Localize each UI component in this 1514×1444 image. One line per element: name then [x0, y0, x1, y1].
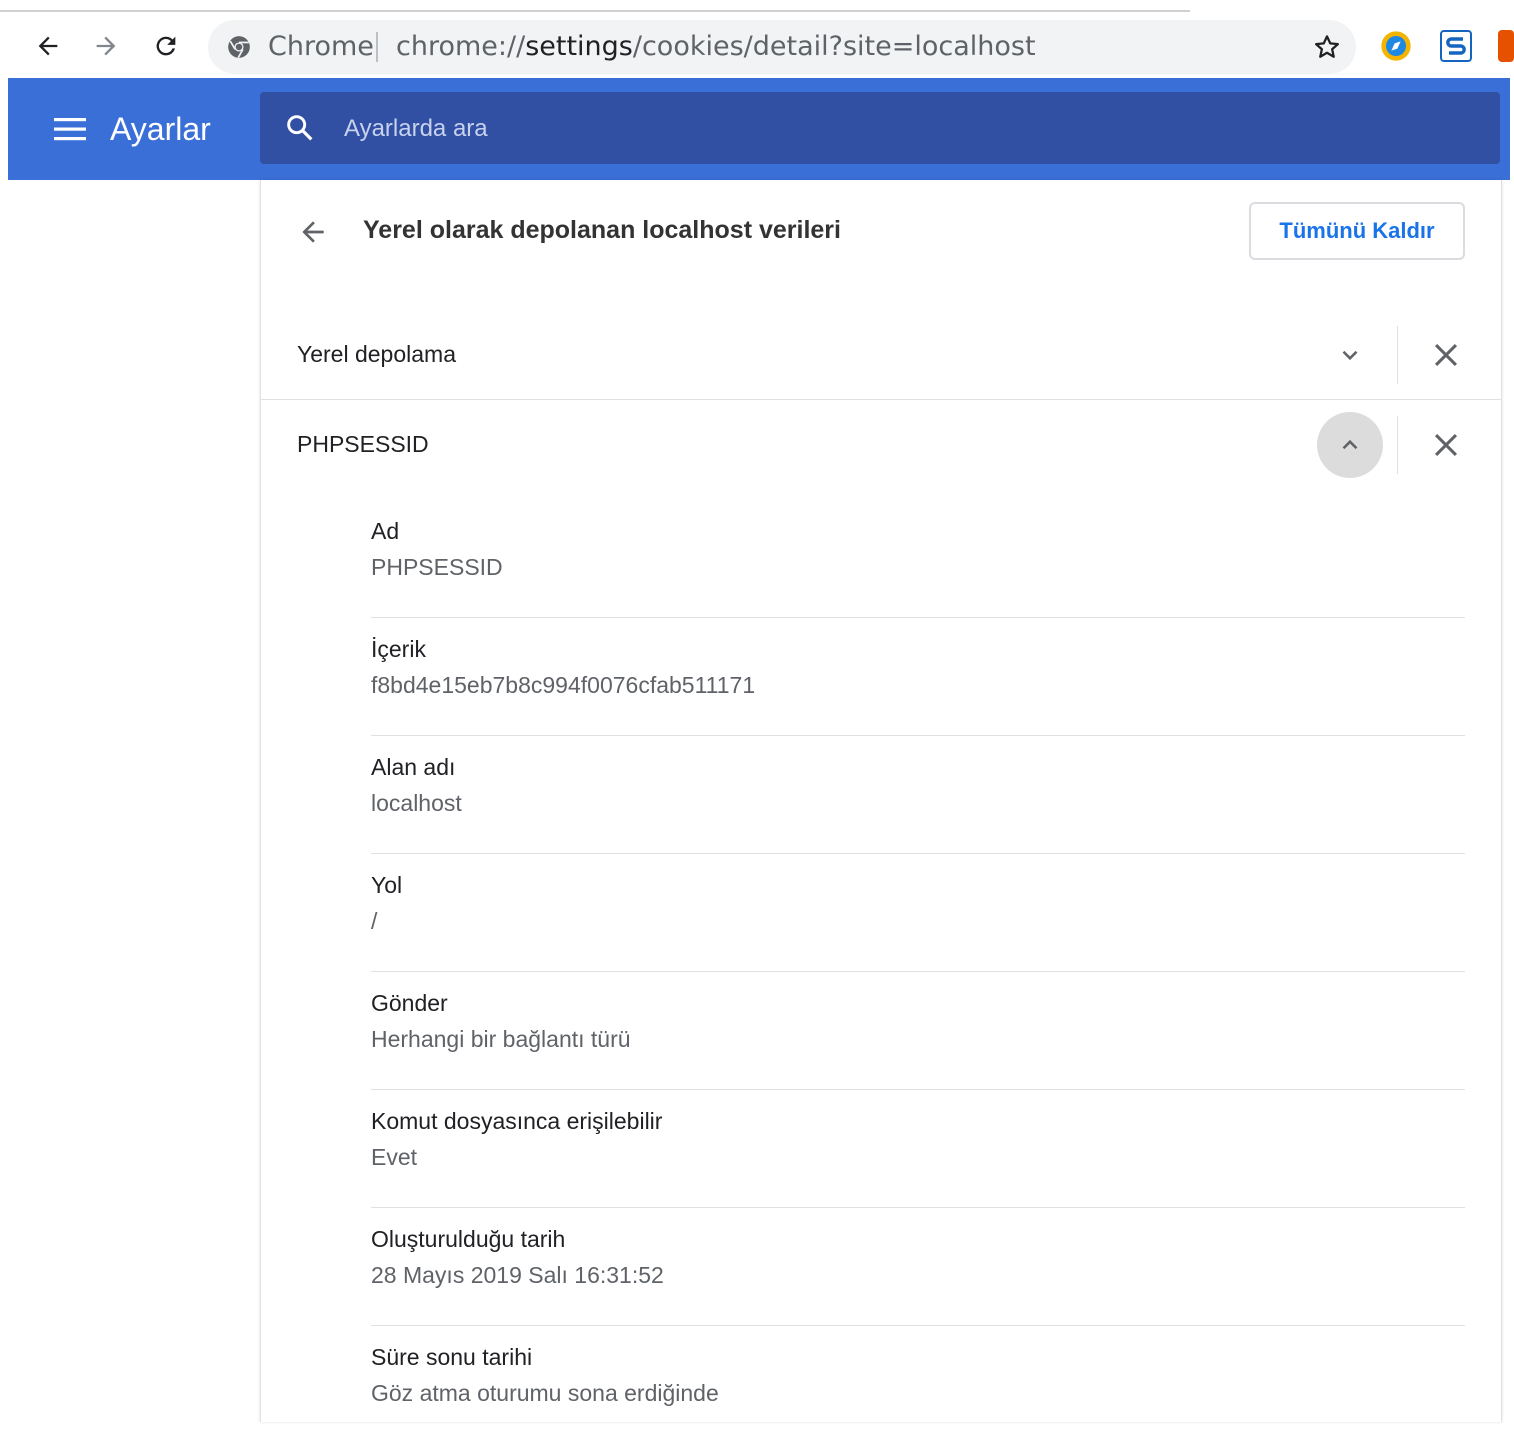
settings-title: Ayarlar: [110, 111, 211, 147]
chevron-down-icon: [1342, 350, 1358, 361]
expand-button[interactable]: [1317, 322, 1383, 388]
detail-value: Herhangi bir bağlantı türü: [371, 1026, 631, 1052]
site-chip-label: Chrome: [268, 31, 374, 62]
tab-strip-edge: [0, 10, 1190, 12]
row-separator: [1397, 416, 1398, 474]
detail-value: PHPSESSID: [371, 554, 503, 580]
detail-label: Oluşturulduğu tarih: [371, 1226, 566, 1252]
detail-label: Ad: [371, 518, 400, 544]
detail-label: Süre sonu tarihi: [371, 1344, 533, 1370]
omnibox-separator: [376, 32, 378, 62]
detail-label: İçerik: [371, 636, 426, 662]
back-button[interactable]: [28, 26, 68, 66]
cookie-detail-created: Oluşturulduğu tarih 28 Mayıs 2019 Salı 1…: [371, 1208, 1465, 1326]
hamburger-menu-icon[interactable]: [52, 112, 88, 146]
search-icon: [287, 115, 313, 141]
site-data-card: Yerel olarak depolanan localhost veriler…: [260, 180, 1502, 1422]
detail-label: Yol: [371, 872, 403, 898]
cookie-detail-content: İçerik f8bd4e15eb7b8c994f0076cfab511171: [371, 618, 1465, 736]
settings-search-box[interactable]: [260, 92, 1500, 164]
reload-button[interactable]: [146, 26, 186, 66]
chevron-up-icon: [1342, 439, 1358, 450]
arrow-left-icon: [38, 36, 58, 56]
settings-search-input[interactable]: [342, 106, 1446, 152]
extension-partial-icon[interactable]: [1498, 30, 1514, 62]
detail-label: Komut dosyasınca erişilebilir: [371, 1108, 663, 1134]
cookie-detail-domain: Alan adı localhost: [371, 736, 1465, 854]
chrome-logo-icon[interactable]: [226, 34, 252, 60]
address-bar[interactable]: Chrome chrome://settings/cookies/detail?…: [208, 20, 1356, 74]
arrow-left-icon[interactable]: [297, 216, 329, 248]
detail-value: f8bd4e15eb7b8c994f0076cfab511171: [371, 672, 756, 698]
forward-button[interactable]: [86, 26, 126, 66]
extension-compass-icon[interactable]: [1380, 30, 1412, 62]
star-icon[interactable]: [1312, 32, 1342, 62]
extension-s-icon[interactable]: [1440, 30, 1472, 62]
close-icon[interactable]: [1429, 338, 1463, 372]
storage-row-local-storage[interactable]: Yerel depolama: [261, 310, 1501, 400]
cookie-detail-send-for: Gönder Herhangi bir bağlantı türü: [371, 972, 1465, 1090]
detail-value: /: [371, 908, 378, 934]
detail-value: 28 Mayıs 2019 Salı 16:31:52: [371, 1262, 664, 1288]
close-icon[interactable]: [1429, 428, 1463, 462]
detail-label: Gönder: [371, 990, 448, 1016]
browser-toolbar: Chrome chrome://settings/cookies/detail?…: [0, 0, 1514, 78]
row-separator: [1397, 326, 1398, 384]
url-text[interactable]: chrome://settings/cookies/detail?site=lo…: [396, 30, 1036, 64]
row-label: Yerel depolama: [297, 341, 456, 367]
cookie-detail-name: Ad PHPSESSID: [371, 500, 1465, 618]
collapse-button[interactable]: [1317, 412, 1383, 478]
settings-header: Ayarlar: [8, 78, 1510, 180]
cookie-detail-script-accessible: Komut dosyasınca erişilebilir Evet: [371, 1090, 1465, 1208]
reload-icon: [156, 36, 176, 56]
page-title: Yerel olarak depolanan localhost veriler…: [363, 216, 841, 244]
cookie-detail-path: Yol /: [371, 854, 1465, 972]
row-label: PHPSESSID: [297, 431, 429, 457]
detail-value: Göz atma oturumu sona erdiğinde: [371, 1380, 719, 1406]
detail-value: localhost: [371, 790, 462, 816]
arrow-right-icon: [96, 36, 116, 56]
detail-value: Evet: [371, 1144, 418, 1170]
remove-all-button[interactable]: Tümünü Kaldır: [1249, 202, 1465, 260]
cookie-detail-expires: Süre sonu tarihi Göz atma oturumu sona e…: [371, 1326, 1465, 1444]
detail-label: Alan adı: [371, 754, 456, 780]
storage-row-cookie[interactable]: PHPSESSID: [261, 400, 1501, 490]
